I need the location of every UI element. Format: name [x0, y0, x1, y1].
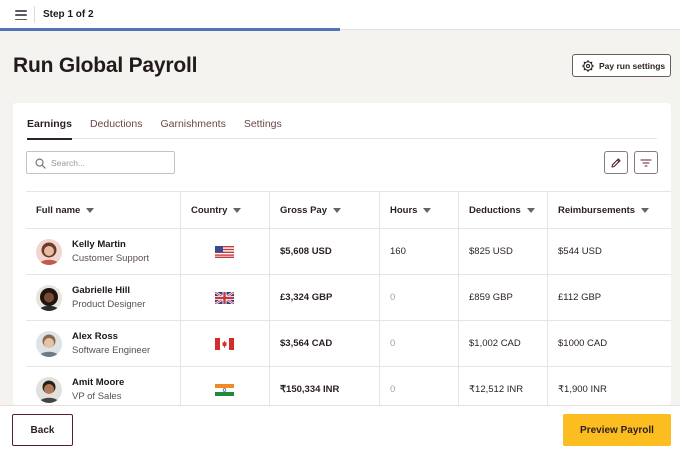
gear-icon [582, 59, 594, 72]
avatar [36, 238, 62, 265]
preview-payroll-button[interactable]: Preview Payroll [563, 414, 671, 446]
tab-deductions[interactable]: Deductions [90, 115, 143, 139]
cell-reimbursements: $1000 CAD [558, 338, 608, 349]
uk-flag-icon [215, 291, 234, 304]
cell-reimbursements: $544 USD [558, 246, 602, 257]
divider [34, 6, 35, 23]
cell-country [181, 275, 270, 320]
cell-country [181, 321, 270, 366]
avatar [36, 376, 62, 403]
tab-settings[interactable]: Settings [244, 115, 282, 139]
sort-caret-icon[interactable] [86, 207, 95, 213]
cell-hours: 0 [380, 275, 459, 320]
col-reimbursements-label: Reimbursements [558, 204, 636, 216]
search-icon [35, 158, 46, 169]
employee-name: Kelly Martin [72, 239, 126, 250]
cell-country [181, 367, 270, 405]
col-full-name[interactable]: Full name [26, 192, 181, 228]
table-header: Full name Country Gross Pay Hours Deduct… [26, 191, 671, 228]
employee-name: Gabrielle Hill [72, 285, 131, 296]
pay-run-settings-label: Pay run settings [599, 60, 666, 71]
payroll-table: Full name Country Gross Pay Hours Deduct… [26, 191, 671, 405]
edit-button[interactable] [604, 151, 628, 174]
cell-full-name: Alex Ross Software Engineer [26, 321, 181, 366]
india-flag-icon [215, 383, 234, 396]
cell-gross-pay: $5,608 USD [270, 229, 380, 274]
filter-button[interactable] [634, 151, 658, 174]
employee-role: Customer Support [72, 253, 150, 264]
step-label: Step 1 of 2 [43, 9, 94, 20]
search-input[interactable] [51, 155, 166, 170]
cell-hours: 0 [380, 367, 459, 405]
col-reimbursements[interactable]: Reimbursements [548, 192, 671, 228]
col-deductions[interactable]: Deductions [459, 192, 548, 228]
tab-earnings[interactable]: Earnings [27, 115, 72, 140]
sort-caret-icon[interactable] [333, 207, 341, 213]
table-row[interactable]: Amit Moore VP of Sales ₹150,334 INR 0 ₹1… [26, 366, 671, 405]
table-row[interactable]: Kelly Martin Customer Support $5,608 USD… [26, 228, 671, 274]
cell-gross-pay: ₹150,334 INR [270, 367, 380, 405]
progress-bar [0, 28, 340, 31]
col-hours-label: Hours [390, 204, 418, 216]
cell-hours: 0 [380, 321, 459, 366]
employee-role: VP of Sales [72, 391, 122, 402]
cell-full-name: Gabrielle Hill Product Designer [26, 275, 181, 320]
sort-caret-icon[interactable] [641, 207, 650, 213]
payroll-card: Earnings Deductions Garnishments Setting… [13, 103, 671, 405]
cell-deductions: $825 USD [459, 229, 548, 274]
cell-deductions: £859 GBP [459, 275, 548, 320]
col-deductions-label: Deductions [469, 204, 521, 216]
top-bar: Step 1 of 2 [0, 0, 680, 31]
pay-run-settings-button[interactable]: Pay run settings [572, 54, 671, 77]
tab-bar: Earnings Deductions Garnishments Setting… [27, 115, 657, 140]
pencil-icon [611, 157, 621, 168]
table-row[interactable]: Gabrielle Hill Product Designer £3,324 G… [26, 274, 671, 320]
table-row[interactable]: Alex Ross Software Engineer $3,564 CAD 0… [26, 320, 671, 366]
footer-bar: Back Preview Payroll [0, 405, 680, 450]
col-country[interactable]: Country [181, 192, 270, 228]
employee-role: Software Engineer [72, 345, 151, 356]
cell-full-name: Kelly Martin Customer Support [26, 229, 181, 274]
avatar [36, 330, 62, 357]
filter-icon [640, 158, 652, 167]
col-full-name-label: Full name [36, 204, 81, 216]
sort-caret-icon[interactable] [526, 207, 535, 213]
employee-role: Product Designer [72, 299, 146, 310]
page-title: Run Global Payroll [13, 54, 198, 77]
col-gross-pay-label: Gross Pay [280, 204, 327, 216]
cell-gross-pay: $3,564 CAD [270, 321, 380, 366]
cell-deductions: $1,002 CAD [459, 321, 548, 366]
cell-country [181, 229, 270, 274]
cell-reimbursements: ₹1,900 INR [558, 384, 607, 395]
us-flag-icon [215, 245, 234, 258]
cell-deductions: ₹12,512 INR [459, 367, 548, 405]
cell-reimbursements: £112 GBP [558, 292, 602, 303]
canada-flag-icon [215, 337, 234, 350]
employee-name: Amit Moore [72, 377, 125, 388]
search-box[interactable] [26, 151, 175, 174]
tab-garnishments[interactable]: Garnishments [160, 115, 225, 139]
cell-gross-pay: £3,324 GBP [270, 275, 380, 320]
cell-full-name: Amit Moore VP of Sales [26, 367, 181, 405]
back-button[interactable]: Back [12, 414, 73, 446]
col-gross-pay[interactable]: Gross Pay [270, 192, 380, 228]
col-country-label: Country [191, 204, 228, 216]
sort-caret-icon[interactable] [423, 207, 432, 213]
avatar [36, 284, 62, 311]
col-hours[interactable]: Hours [380, 192, 459, 228]
sort-caret-icon[interactable] [233, 207, 242, 213]
employee-name: Alex Ross [72, 331, 118, 342]
menu-icon[interactable] [15, 10, 27, 20]
cell-hours: 160 [380, 229, 459, 274]
